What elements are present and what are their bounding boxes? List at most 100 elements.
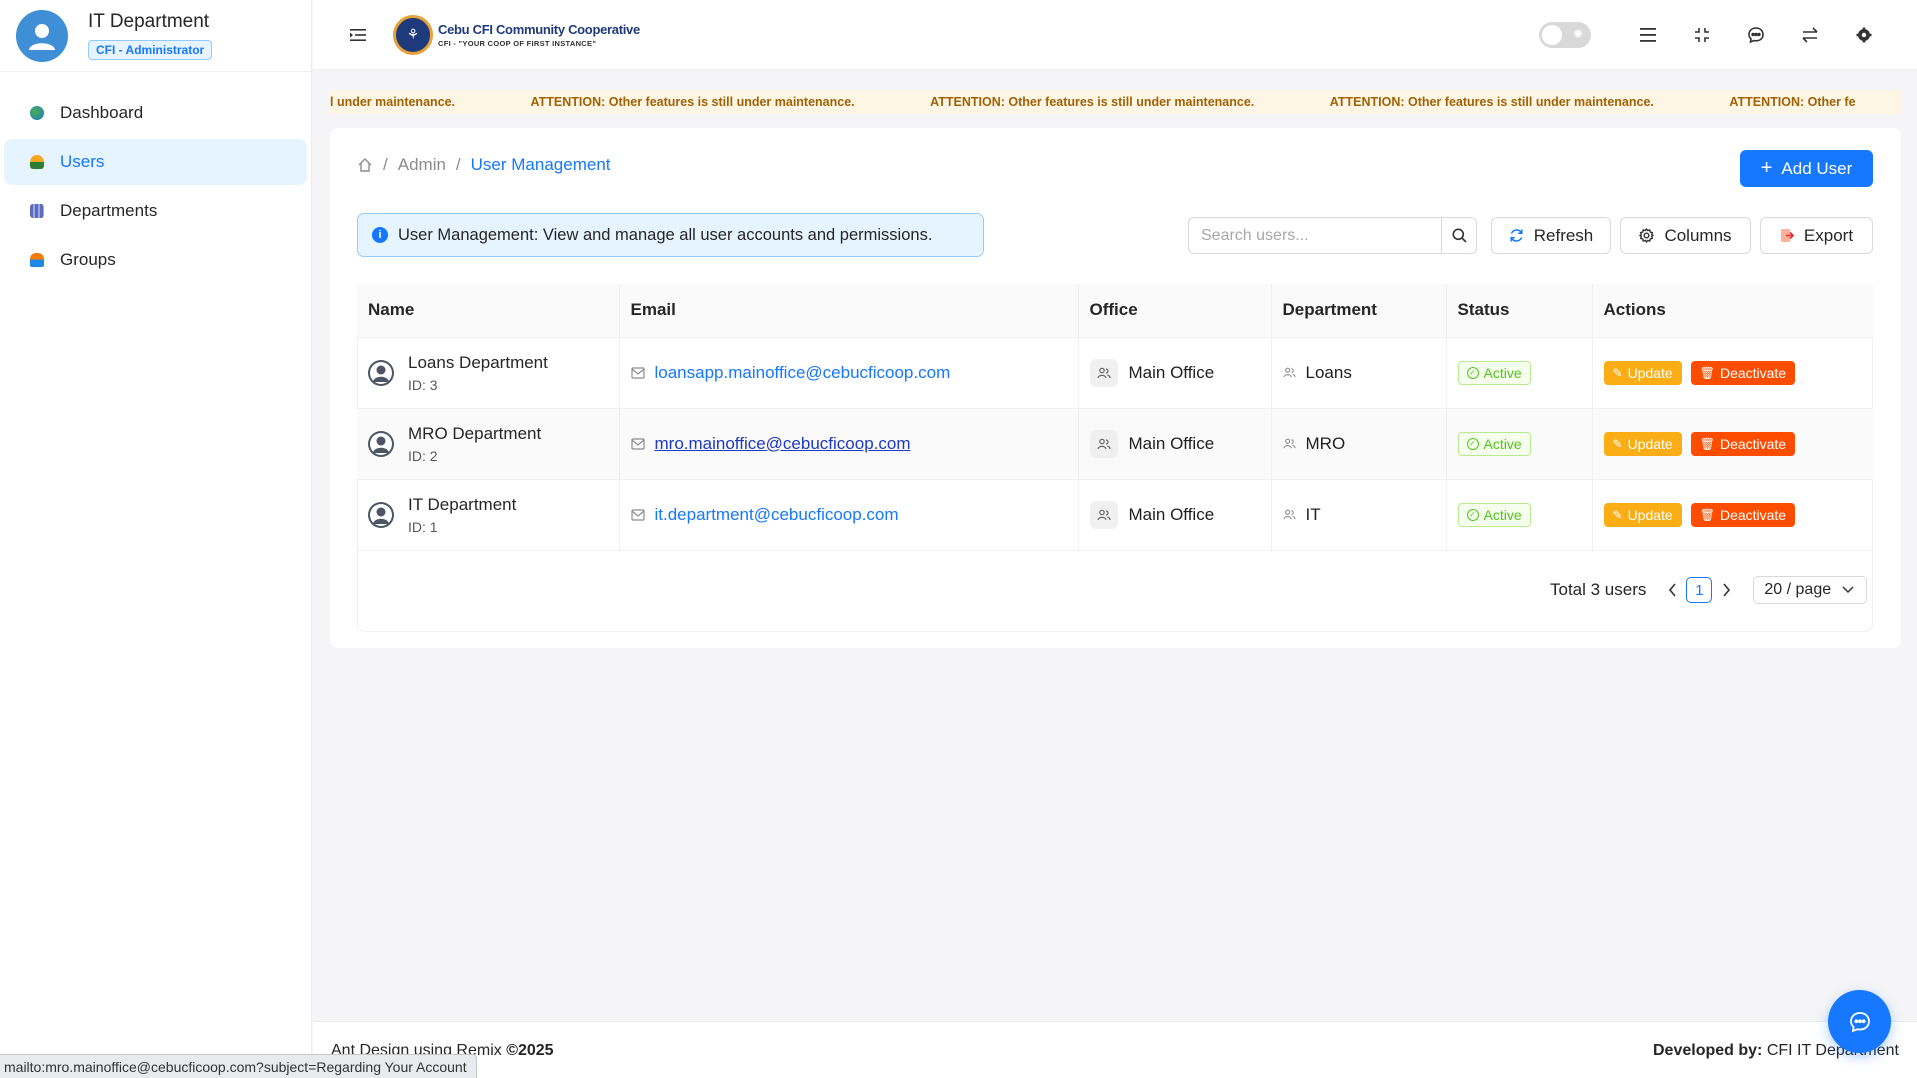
- sidebar-item-dashboard[interactable]: Dashboard: [4, 90, 307, 136]
- status-text: Active: [1483, 506, 1522, 523]
- info-text: User Management: View and manage all use…: [398, 225, 933, 244]
- search-group: [1188, 217, 1477, 254]
- globe-icon: [30, 106, 44, 120]
- menu-toggle-icon[interactable]: [349, 26, 367, 44]
- sidebar-item-users[interactable]: Users: [4, 139, 307, 185]
- footer-developer-label: Developed by:: [1653, 1042, 1767, 1059]
- fullscreen-icon[interactable]: [1675, 15, 1729, 55]
- logo-subtitle: CFI - "YOUR COOP OF FIRST INSTANCE": [438, 38, 597, 48]
- avatar: [368, 430, 394, 457]
- check-circle-icon: ✓: [1466, 437, 1479, 450]
- browser-status-bar: mailto:mro.mainoffice@cebucficoop.com?su…: [0, 1054, 477, 1078]
- column-header-name[interactable]: Name: [357, 284, 620, 338]
- columns-label: Columns: [1664, 225, 1732, 245]
- marquee-text: ATTENTION: Other fe: [1729, 95, 1856, 109]
- mail-icon: [630, 366, 645, 379]
- home-icon[interactable]: [357, 157, 373, 173]
- export-button[interactable]: Export: [1760, 217, 1873, 254]
- columns-button[interactable]: Columns: [1620, 217, 1751, 254]
- column-header-email[interactable]: Email: [619, 284, 1079, 338]
- logo[interactable]: ⚘ Cebu CFI Community Cooperative CFI - "…: [393, 14, 640, 55]
- update-button[interactable]: ✎ Update: [1603, 360, 1682, 385]
- status-badge: ✓ Active: [1457, 502, 1531, 527]
- deactivate-button[interactable]: 🗑 Deactivate: [1690, 502, 1796, 527]
- trash-icon: 🗑: [1699, 365, 1715, 380]
- chat-bubble-icon: [1849, 1011, 1870, 1032]
- theme-toggle[interactable]: ✺: [1539, 22, 1591, 48]
- sidebar-item-label: Departments: [60, 201, 158, 220]
- list-icon[interactable]: [1621, 15, 1675, 55]
- chevron-right-icon: [1723, 583, 1730, 597]
- search-button[interactable]: [1441, 217, 1477, 254]
- deactivate-button[interactable]: 🗑 Deactivate: [1690, 431, 1796, 456]
- chat-fab-button[interactable]: [1828, 990, 1891, 1053]
- info-alert: i User Management: View and manage all u…: [357, 213, 984, 257]
- role-badge: CFI - Administrator: [88, 40, 213, 60]
- marquee-text: ATTENTION: Other features is still under…: [930, 95, 1255, 109]
- team-icon: [1282, 367, 1296, 378]
- gear-icon: [1639, 228, 1655, 243]
- group-icon: [30, 253, 44, 267]
- prev-page-button[interactable]: [1660, 577, 1684, 603]
- total-count: Total 3 users: [1550, 580, 1647, 599]
- avatar[interactable]: [16, 9, 68, 62]
- department-name: Loans: [1305, 362, 1352, 382]
- mail-icon: [630, 508, 645, 521]
- email-link[interactable]: mro.mainoffice@cebucficoop.com: [655, 434, 911, 454]
- office-icon: [1089, 429, 1118, 458]
- department-name: MRO: [1305, 433, 1346, 453]
- check-circle-icon: ✓: [1466, 366, 1479, 379]
- refresh-label: Refresh: [1533, 225, 1594, 245]
- logo-title: Cebu CFI Community Cooperative: [438, 21, 640, 37]
- avatar: [368, 359, 394, 386]
- column-header-office[interactable]: Office: [1078, 284, 1272, 338]
- update-label: Update: [1627, 364, 1673, 381]
- refresh-button[interactable]: Refresh: [1491, 217, 1611, 254]
- page-number-button[interactable]: 1: [1686, 577, 1713, 603]
- add-user-label: Add User: [1781, 158, 1853, 178]
- update-label: Update: [1627, 435, 1673, 452]
- chevron-down-icon: [1842, 586, 1854, 594]
- plus-icon: +: [1760, 157, 1773, 179]
- deactivate-label: Deactivate: [1719, 506, 1787, 523]
- sidebar-nav: Dashboard Users Departments Groups: [0, 90, 311, 283]
- email-link[interactable]: it.department@cebucficoop.com: [655, 505, 899, 525]
- maintenance-marquee: l under maintenance. ATTENTION: Other fe…: [330, 90, 1901, 114]
- sidebar: IT Department CFI - Administrator Dashbo…: [0, 0, 312, 1078]
- update-button[interactable]: ✎ Update: [1603, 431, 1682, 456]
- next-page-button[interactable]: [1714, 577, 1738, 603]
- team-icon: [1282, 509, 1296, 520]
- user-id: ID: 2: [408, 447, 438, 464]
- chevron-left-icon: [1668, 583, 1676, 597]
- chat-icon[interactable]: [1729, 15, 1783, 55]
- settings-icon[interactable]: [1837, 15, 1891, 55]
- sidebar-item-groups[interactable]: Groups: [4, 237, 307, 283]
- email-link[interactable]: loansapp.mainoffice@cebucficoop.com: [655, 363, 951, 383]
- update-button[interactable]: ✎ Update: [1603, 502, 1682, 527]
- sidebar-item-departments[interactable]: Departments: [4, 188, 307, 234]
- user-name: MRO Department: [408, 423, 542, 443]
- swap-icon[interactable]: [1783, 15, 1837, 55]
- office-name: Main Office: [1128, 362, 1215, 382]
- search-icon: [1452, 228, 1467, 243]
- office-icon: [1089, 358, 1118, 387]
- footer-copyright: ©2025: [506, 1042, 554, 1059]
- search-input[interactable]: [1188, 217, 1441, 254]
- column-header-department[interactable]: Department: [1271, 284, 1447, 338]
- trash-icon: 🗑: [1699, 436, 1715, 451]
- deactivate-label: Deactivate: [1719, 435, 1787, 452]
- add-user-button[interactable]: + Add User: [1740, 150, 1873, 187]
- toggle-knob: [1542, 25, 1562, 45]
- export-icon: [1780, 229, 1794, 242]
- page-size-select[interactable]: 20 / page: [1753, 576, 1868, 604]
- column-header-status[interactable]: Status: [1446, 284, 1593, 338]
- status-badge: ✓ Active: [1457, 360, 1531, 385]
- column-header-actions[interactable]: Actions: [1592, 284, 1873, 338]
- profile-header: IT Department CFI - Administrator: [0, 0, 311, 72]
- table-row: Loans Department ID: 3 loansapp.mainoffi…: [357, 337, 1873, 409]
- building-icon: [30, 204, 44, 218]
- deactivate-button[interactable]: 🗑 Deactivate: [1690, 360, 1796, 385]
- breadcrumb-admin[interactable]: Admin: [398, 155, 446, 175]
- office-name: Main Office: [1128, 504, 1215, 524]
- user-name: IT Department: [408, 494, 517, 514]
